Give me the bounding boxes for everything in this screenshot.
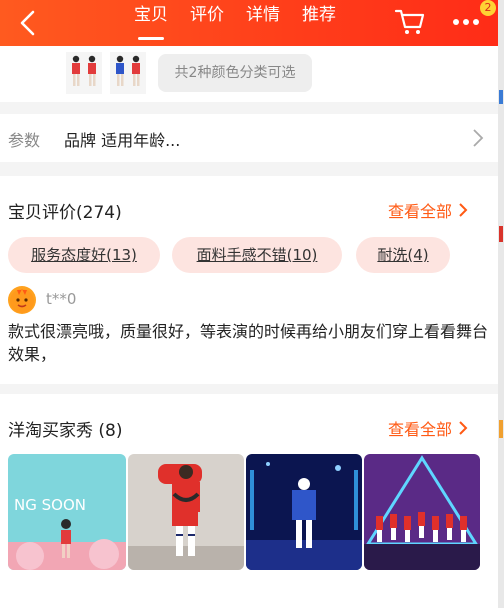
nav-tabs: 宝贝 评价 详情 推荐 xyxy=(134,0,336,46)
review-tag-service[interactable]: 服务态度好(13) xyxy=(8,237,160,273)
color-thumb-red[interactable] xyxy=(66,52,102,94)
reviewer-avatar xyxy=(8,286,36,314)
buyer-show-see-all-link[interactable]: 查看全部 xyxy=(388,416,468,440)
reviews-see-all-link[interactable]: 查看全部 xyxy=(388,198,468,222)
color-thumb-blue[interactable] xyxy=(110,52,146,94)
cart-icon[interactable] xyxy=(394,6,426,36)
buyer-photo-2[interactable] xyxy=(128,454,244,570)
chevron-right-icon xyxy=(459,421,468,435)
review-tag-washable[interactable]: 耐洗(4) xyxy=(356,237,450,273)
review-text: 款式很漂亮哦，质量很好，等表演的时候再给小朋友们穿上看看舞台效果， xyxy=(8,322,489,364)
tab-tuijian[interactable]: 推荐 xyxy=(302,0,336,46)
params-row[interactable]: 参数 品牌 适用年龄... xyxy=(0,114,498,162)
review-tag-label: 服务态度好(13) xyxy=(31,246,137,264)
reviews-title: 宝贝评价(274) xyxy=(8,203,122,223)
review-tag-label: 耐洗(4) xyxy=(377,246,429,264)
right-edge-strip xyxy=(498,0,504,608)
photo-sign-text: NG SOON xyxy=(14,496,86,514)
params-label: 参数 xyxy=(8,131,41,150)
buyer-photo-3[interactable] xyxy=(246,454,362,570)
reviews-see-all-label: 查看全部 xyxy=(388,202,453,221)
tab-pingjia[interactable]: 评价 xyxy=(190,0,224,46)
color-options-strip: 共2种颜色分类可选 xyxy=(0,46,498,102)
top-nav-bar: 宝贝 评价 详情 推荐 2 xyxy=(0,0,498,46)
product-page: 宝贝 评价 详情 推荐 2 共2种颜色分类可选 参数 品牌 适用年龄... 宝贝… xyxy=(0,0,498,608)
chevron-right-icon xyxy=(473,129,484,147)
chevron-right-icon xyxy=(459,203,468,217)
back-arrow-icon[interactable] xyxy=(14,8,44,38)
review-tag-label: 面料手感不错(10) xyxy=(196,246,318,264)
tab-baobei[interactable]: 宝贝 xyxy=(134,0,168,46)
message-count-badge: 2 xyxy=(480,0,496,16)
reviews-section: 宝贝评价(274) 查看全部 服务态度好(13) 面料手感不错(10) 耐洗(4… xyxy=(0,176,498,384)
edge-mark-blue xyxy=(499,90,503,104)
more-options-icon[interactable] xyxy=(448,6,484,36)
buyer-photo-1[interactable]: NG SOON xyxy=(8,454,126,570)
tab-xiangqing[interactable]: 详情 xyxy=(246,0,280,46)
params-value: 品牌 适用年龄... xyxy=(64,131,181,150)
buyer-show-see-all-label: 查看全部 xyxy=(388,420,453,439)
edge-mark-orange xyxy=(499,420,503,438)
color-options-summary[interactable]: 共2种颜色分类可选 xyxy=(158,54,312,92)
buyer-show-section: 洋淘买家秀 (8) 查看全部 NG SOON xyxy=(0,394,498,608)
reviewer-name: t**0 xyxy=(46,290,77,308)
review-tag-fabric[interactable]: 面料手感不错(10) xyxy=(172,237,342,273)
edge-mark-red xyxy=(499,226,503,242)
buyer-show-title: 洋淘买家秀 (8) xyxy=(8,421,123,441)
buyer-photo-4[interactable] xyxy=(364,454,480,570)
